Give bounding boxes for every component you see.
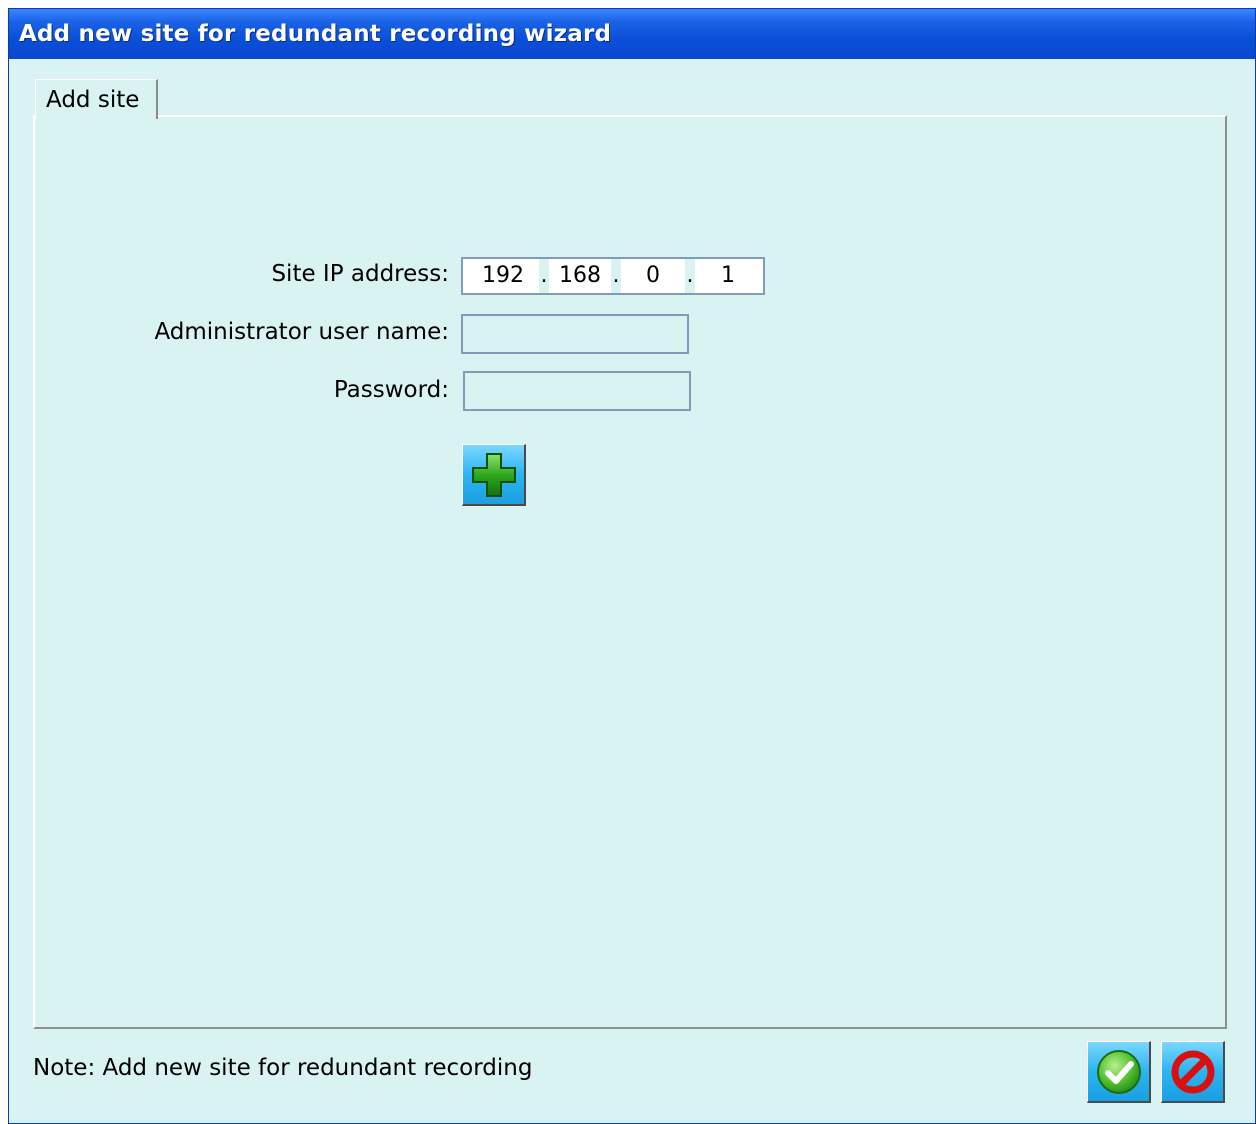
password-field[interactable] (463, 371, 691, 411)
tab-panel (33, 115, 1227, 1029)
green-plus-icon (471, 452, 516, 497)
cancel-button[interactable] (1161, 1041, 1225, 1103)
ip-octet-2[interactable]: 168 (549, 259, 611, 293)
wizard-window: Add new site for redundant recording wiz… (8, 8, 1256, 1124)
ip-address-label: Site IP address: (271, 261, 449, 287)
ok-button[interactable] (1087, 1041, 1151, 1103)
window-title: Add new site for redundant recording wiz… (9, 9, 1255, 59)
ip-octet-4[interactable]: 1 (695, 259, 761, 293)
ip-address-input[interactable]: 192 . 168 . 0 . 1 (461, 257, 765, 295)
username-label: Administrator user name: (154, 319, 449, 345)
tab-add-site[interactable]: Add site (35, 79, 158, 119)
ip-octet-3[interactable]: 0 (621, 259, 685, 293)
note-text: Note: Add new site for redundant recordi… (33, 1055, 533, 1081)
red-prohibited-icon (1171, 1050, 1214, 1093)
ip-separator: . (539, 259, 549, 293)
ip-octet-1[interactable]: 192 (467, 259, 539, 293)
green-check-icon (1096, 1049, 1141, 1094)
password-label: Password: (333, 377, 449, 403)
add-site-button[interactable] (462, 444, 526, 506)
ip-separator: . (611, 259, 621, 293)
ip-separator: . (685, 259, 695, 293)
username-field[interactable] (461, 314, 689, 354)
